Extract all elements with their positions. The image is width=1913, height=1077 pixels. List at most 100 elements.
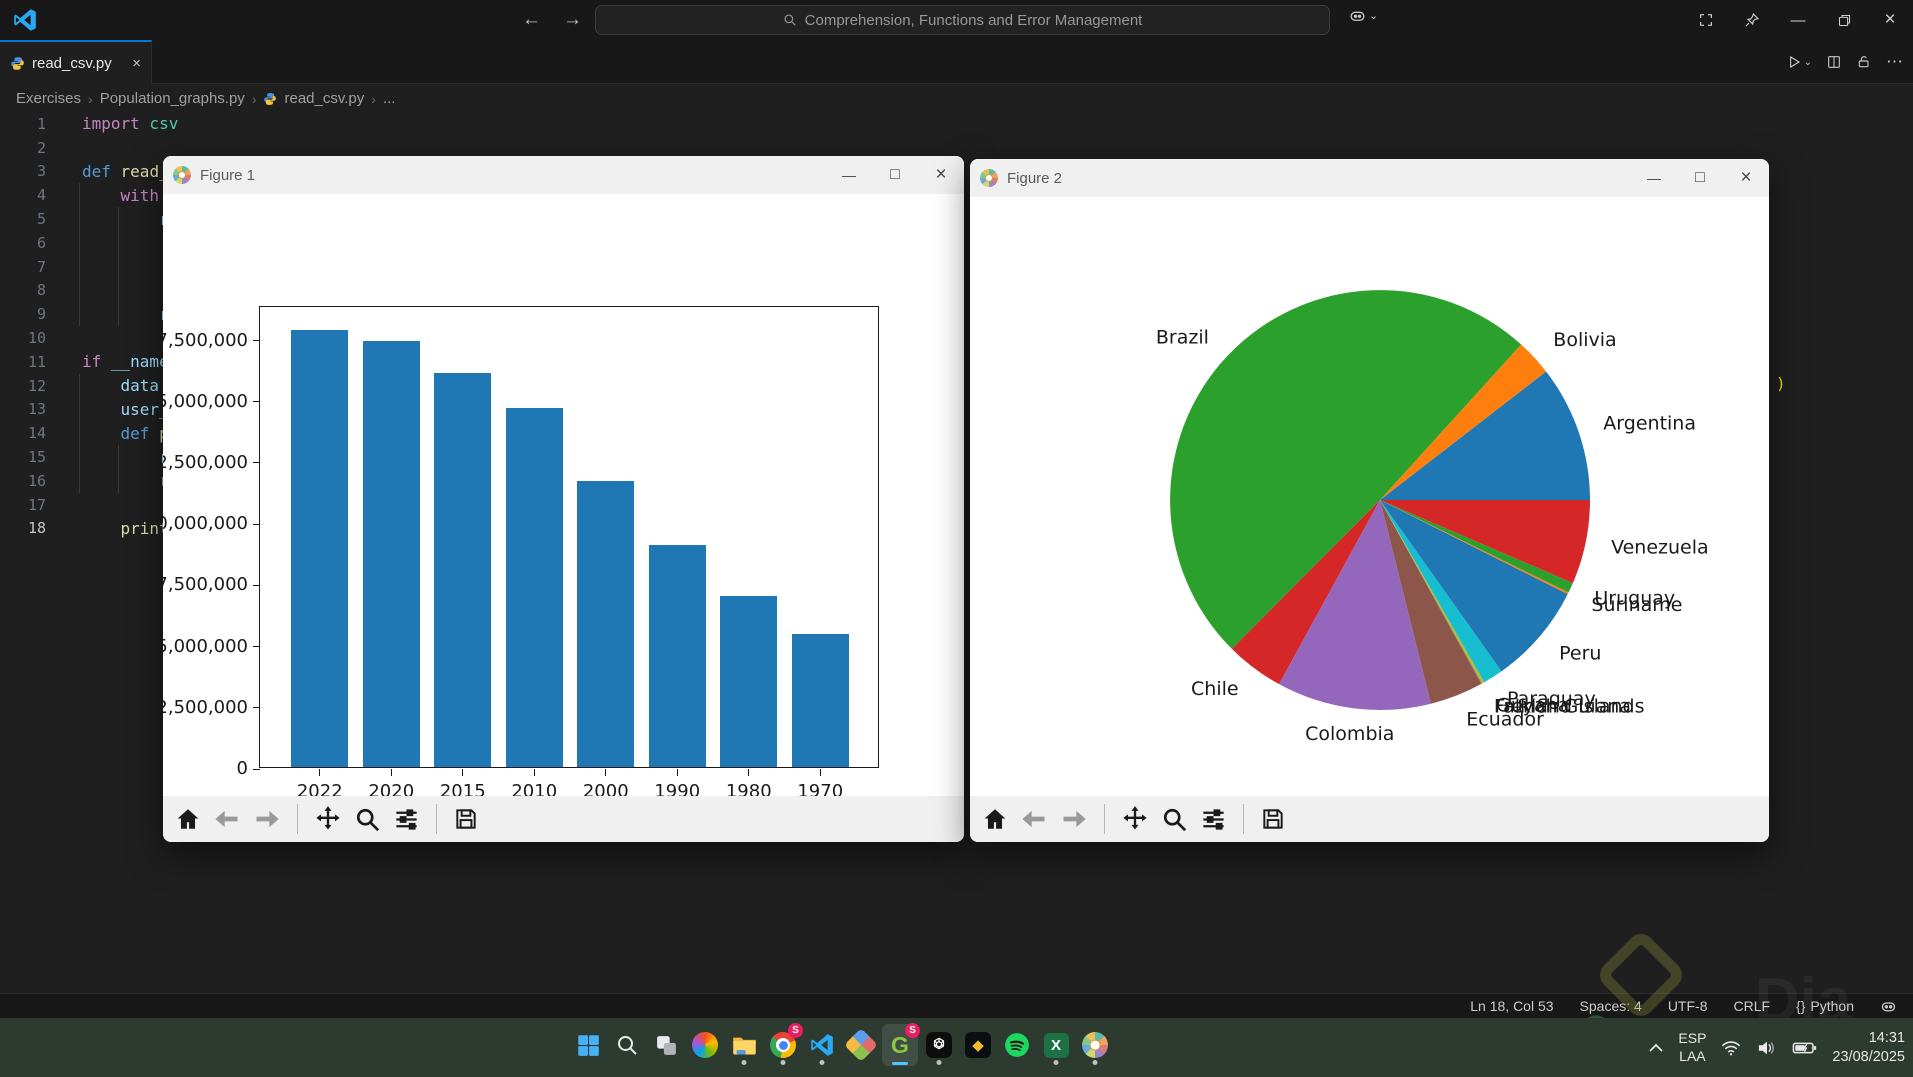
bar: [362, 341, 420, 767]
spotify-button[interactable]: [999, 1024, 1035, 1066]
line-number: 9: [36, 305, 46, 324]
toolbar-separator: [1243, 804, 1244, 834]
home-icon[interactable]: [982, 806, 1008, 832]
home-icon[interactable]: [175, 806, 201, 832]
x-tick: [533, 769, 535, 776]
unlock-icon[interactable]: [1856, 54, 1872, 70]
close-button[interactable]: ×: [918, 156, 964, 194]
y-tick: [253, 768, 260, 770]
x-tick: [605, 769, 607, 776]
figure1-titlebar[interactable]: Figure 1 — □ ×: [163, 156, 964, 194]
window-controls: — ×: [1683, 0, 1913, 40]
copilot-status-icon[interactable]: [1880, 998, 1897, 1015]
chatgpt-button[interactable]: [921, 1024, 957, 1066]
chevron-right-icon: ›: [251, 90, 257, 107]
close-button[interactable]: ×: [1867, 0, 1913, 40]
forward-icon[interactable]: [253, 805, 281, 833]
figure2-titlebar[interactable]: Figure 2 — □ ×: [970, 159, 1769, 197]
matplotlib-icon: [980, 169, 998, 187]
code-text: print: [82, 518, 169, 538]
zoom-icon[interactable]: [1161, 806, 1188, 833]
y-tick: [253, 462, 260, 464]
running-indicator: [936, 1060, 942, 1065]
y-tick: [253, 401, 260, 403]
task-view-button[interactable]: [648, 1024, 684, 1066]
volume-icon[interactable]: [1756, 1039, 1778, 1057]
keyboard-layout[interactable]: ESP LAA: [1678, 1030, 1706, 1065]
minimize-button[interactable]: —: [826, 156, 872, 194]
indent-guide: [118, 207, 119, 327]
excel-button[interactable]: X: [1038, 1024, 1074, 1066]
taskbar-search-button[interactable]: [609, 1024, 645, 1066]
fullscreen-button[interactable]: [1683, 0, 1729, 40]
screen-app-button[interactable]: G S: [882, 1023, 920, 1066]
maximize-button[interactable]: □: [872, 156, 918, 194]
breadcrumb-item[interactable]: Population_graphs.py: [100, 90, 245, 107]
clock[interactable]: 14:31 23/08/2025: [1832, 1029, 1905, 1067]
maximize-button[interactable]: □: [1677, 159, 1723, 197]
minimize-button[interactable]: —: [1631, 159, 1677, 197]
run-button[interactable]: ⌄: [1786, 54, 1812, 70]
figure2-toolbar: [970, 796, 1769, 842]
cursor-position[interactable]: Ln 18, Col 53: [1470, 998, 1553, 1014]
close-button[interactable]: ×: [1723, 159, 1769, 197]
start-button[interactable]: [570, 1024, 606, 1066]
y-tick-label: 2,500,000: [163, 696, 248, 718]
copilot-taskbar-button[interactable]: [687, 1024, 723, 1066]
chrome-button[interactable]: S: [765, 1023, 803, 1066]
save-icon[interactable]: [453, 806, 479, 832]
tab-close-icon[interactable]: ×: [132, 55, 141, 72]
y-tick-label: 7,500,000: [163, 574, 248, 596]
code-line[interactable]: 1 import csv: [0, 112, 1913, 136]
pan-icon[interactable]: [1121, 805, 1149, 833]
search-icon: [784, 14, 796, 26]
matplotlib-window-button[interactable]: [1077, 1024, 1113, 1066]
matplotlib-icon: [1082, 1032, 1108, 1058]
y-tick-label: 5,000,000: [163, 635, 248, 657]
wifi-icon[interactable]: [1720, 1039, 1742, 1057]
copilot-menu[interactable]: ⌄: [1348, 6, 1378, 25]
save-icon[interactable]: [1260, 806, 1286, 832]
minimize-button[interactable]: —: [1775, 0, 1821, 40]
binance-button[interactable]: ◆: [960, 1024, 996, 1066]
x-tick: [676, 769, 678, 776]
editor-actions: ⌄ ⋯: [1786, 40, 1903, 84]
tray-chevron-up-icon[interactable]: [1648, 1043, 1664, 1053]
encoding[interactable]: UTF-8: [1668, 998, 1708, 1014]
battery-icon[interactable]: [1792, 1040, 1818, 1056]
configure-subplots-icon[interactable]: [393, 806, 420, 833]
back-icon[interactable]: [213, 805, 241, 833]
figure2-window[interactable]: Figure 2 — □ × Argentina Bolivia Brazil Chi…: [970, 159, 1769, 842]
pan-icon[interactable]: [314, 805, 342, 833]
breadcrumb-item[interactable]: ...: [383, 90, 396, 107]
chevron-right-icon: ›: [88, 90, 93, 107]
figure1-window[interactable]: Figure 1 — □ × 0 2,500,000 5,000,000 7,500,…: [163, 156, 964, 842]
split-editor-icon[interactable]: [1826, 54, 1842, 70]
zoom-icon[interactable]: [354, 806, 381, 833]
bar: [791, 633, 849, 767]
line-number: 2: [36, 138, 46, 157]
pin-button[interactable]: [1729, 0, 1775, 40]
back-icon[interactable]: [1020, 805, 1048, 833]
breadcrumb-item[interactable]: read_csv.py: [284, 90, 364, 107]
vscode-taskbar-button[interactable]: [804, 1024, 840, 1066]
forward-icon[interactable]: [1060, 805, 1088, 833]
diagram-app-button[interactable]: [843, 1024, 879, 1066]
running-indicator: [780, 1060, 786, 1065]
more-actions-icon[interactable]: ⋯: [1886, 52, 1903, 72]
command-center-search[interactable]: Comprehension, Functions and Error Manag…: [595, 5, 1330, 35]
configure-subplots-icon[interactable]: [1200, 806, 1227, 833]
line-number: 8: [36, 281, 46, 300]
back-arrow-icon[interactable]: ←: [522, 9, 541, 31]
copilot-icon: [1350, 11, 1365, 21]
code-fragment-paren: ): [1776, 374, 1786, 393]
x-tick: [748, 769, 750, 776]
window-title: Comprehension, Functions and Error Manag…: [804, 11, 1143, 29]
vscode-logo-icon: [14, 9, 36, 31]
tab-read-csv[interactable]: read_csv.py ×: [0, 40, 152, 84]
line-number: 18: [27, 519, 46, 538]
forward-arrow-icon[interactable]: →: [563, 9, 582, 31]
restore-button[interactable]: [1821, 0, 1867, 40]
file-explorer-button[interactable]: [726, 1024, 762, 1066]
breadcrumb-item[interactable]: Exercises: [16, 90, 81, 107]
